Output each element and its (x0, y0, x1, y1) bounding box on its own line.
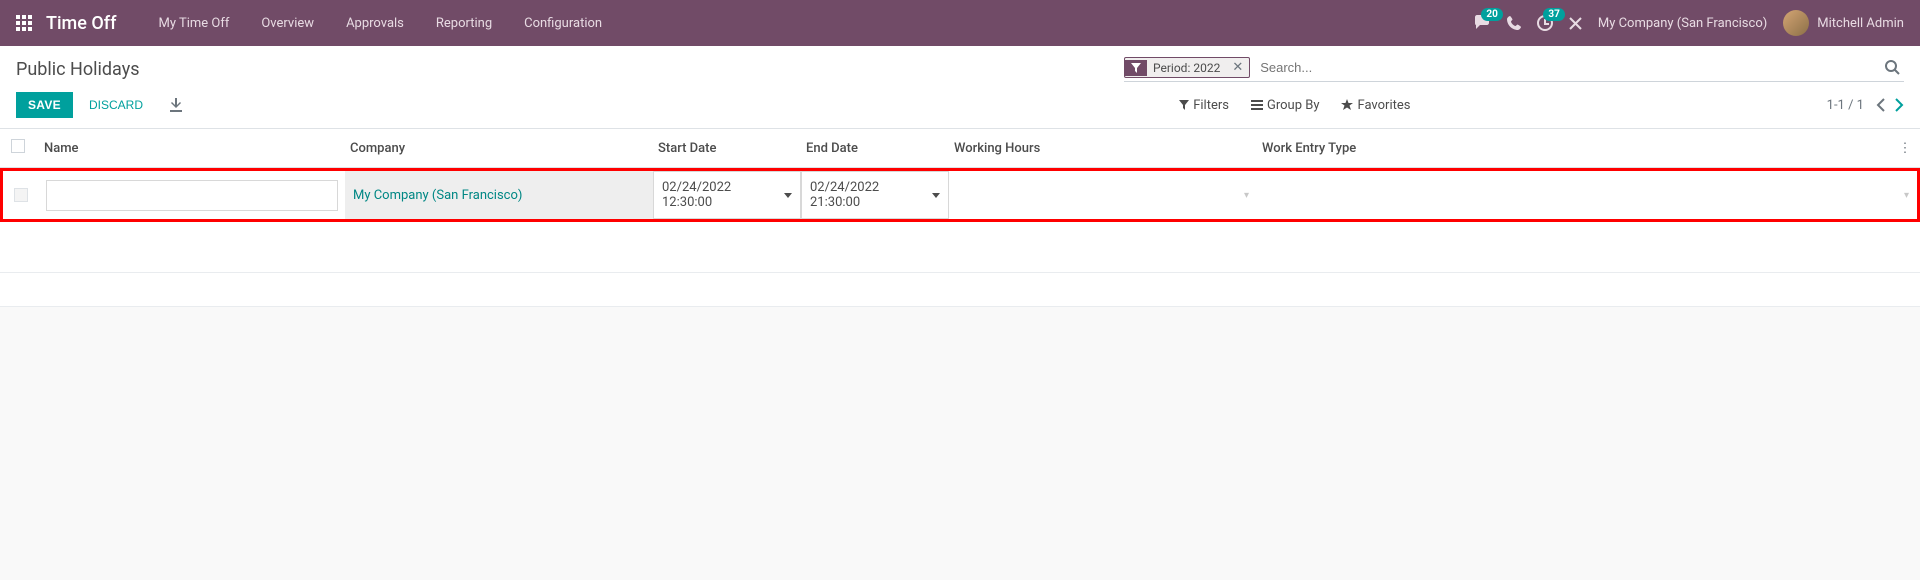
apps-menu-icon[interactable] (16, 15, 32, 31)
pager-next-icon[interactable] (1895, 98, 1904, 112)
messages-icon[interactable]: 20 (1473, 15, 1491, 31)
phone-icon[interactable] (1507, 16, 1521, 30)
pager-text[interactable]: 1-1 / 1 (1827, 98, 1864, 113)
col-working-hours[interactable]: Working Hours (946, 129, 1254, 168)
empty-space (0, 222, 1920, 272)
caret-down-icon: ▾ (1904, 190, 1909, 201)
search-input[interactable] (1256, 56, 1881, 79)
list-view: Name Company Start Date End Date Working… (0, 129, 1920, 307)
search-bar[interactable]: Period: 2022 ✕ (1124, 56, 1904, 82)
name-input[interactable] (47, 181, 337, 210)
export-icon[interactable] (169, 98, 183, 112)
optional-columns-icon[interactable]: ⋮ (1890, 129, 1920, 168)
col-start[interactable]: Start Date (650, 129, 798, 168)
col-work-entry-type[interactable]: Work Entry Type (1254, 129, 1890, 168)
avatar (1783, 10, 1809, 36)
close-tray-icon[interactable] (1569, 17, 1582, 30)
filter-icon (1125, 60, 1147, 76)
nav-my-time-off[interactable]: My Time Off (144, 10, 243, 37)
user-name: Mitchell Admin (1817, 16, 1904, 31)
favorites-label: Favorites (1357, 98, 1410, 113)
col-end[interactable]: End Date (798, 129, 946, 168)
caret-down-icon (784, 193, 792, 198)
end-date-input[interactable]: 02/24/2022 21:30:00 (801, 171, 949, 219)
control-panel: Public Holidays Period: 2022 ✕ SAVE DISC… (0, 46, 1920, 129)
activities-icon[interactable]: 37 (1537, 15, 1553, 31)
messages-badge: 20 (1481, 8, 1502, 21)
table-header-row: Name Company Start Date End Date Working… (0, 129, 1920, 168)
col-name[interactable]: Name (36, 129, 342, 168)
table-row[interactable]: My Company (San Francisco) 02/24/2022 12… (0, 168, 1920, 223)
discard-button[interactable]: DISCARD (77, 92, 155, 118)
select-all-checkbox[interactable] (11, 139, 25, 153)
save-button[interactable]: SAVE (16, 92, 73, 118)
caret-down-icon (932, 193, 940, 198)
filters-label: Filters (1193, 98, 1229, 113)
groupby-label: Group By (1267, 98, 1320, 113)
search-icon[interactable] (1881, 58, 1904, 77)
favorites-dropdown[interactable]: Favorites (1341, 98, 1410, 113)
nav-menu: My Time Off Overview Approvals Reporting… (144, 10, 616, 37)
facet-label: Period: 2022 (1147, 59, 1226, 77)
filters-dropdown[interactable]: Filters (1179, 98, 1229, 113)
nav-approvals[interactable]: Approvals (332, 10, 418, 37)
nav-overview[interactable]: Overview (247, 10, 328, 37)
col-company[interactable]: Company (342, 129, 650, 168)
nav-reporting[interactable]: Reporting (422, 10, 506, 37)
nav-configuration[interactable]: Configuration (510, 10, 616, 37)
page-title: Public Holidays (16, 59, 140, 80)
company-switcher[interactable]: My Company (San Francisco) (1598, 16, 1767, 31)
app-brand[interactable]: Time Off (46, 13, 116, 34)
groupby-dropdown[interactable]: Group By (1251, 98, 1320, 113)
working-hours-input[interactable]: ▾ (949, 171, 1257, 219)
start-date-value: 02/24/2022 12:30:00 (662, 180, 780, 210)
top-navbar: Time Off My Time Off Overview Approvals … (0, 0, 1920, 46)
company-cell[interactable]: My Company (San Francisco) (345, 171, 653, 219)
pager-prev-icon[interactable] (1876, 98, 1885, 112)
search-facet-period: Period: 2022 ✕ (1124, 57, 1250, 78)
caret-down-icon: ▾ (1244, 190, 1249, 201)
user-menu[interactable]: Mitchell Admin (1783, 10, 1904, 36)
end-date-value: 02/24/2022 21:30:00 (810, 180, 928, 210)
start-date-input[interactable]: 02/24/2022 12:30:00 (653, 171, 801, 219)
facet-remove-icon[interactable]: ✕ (1226, 58, 1249, 77)
table-footer (0, 272, 1920, 306)
activities-badge: 37 (1543, 8, 1564, 21)
row-checkbox[interactable] (14, 188, 28, 202)
work-entry-type-input[interactable]: ▾ (1257, 171, 1917, 219)
nav-right: 20 37 My Company (San Francisco) Mitchel… (1473, 10, 1904, 36)
